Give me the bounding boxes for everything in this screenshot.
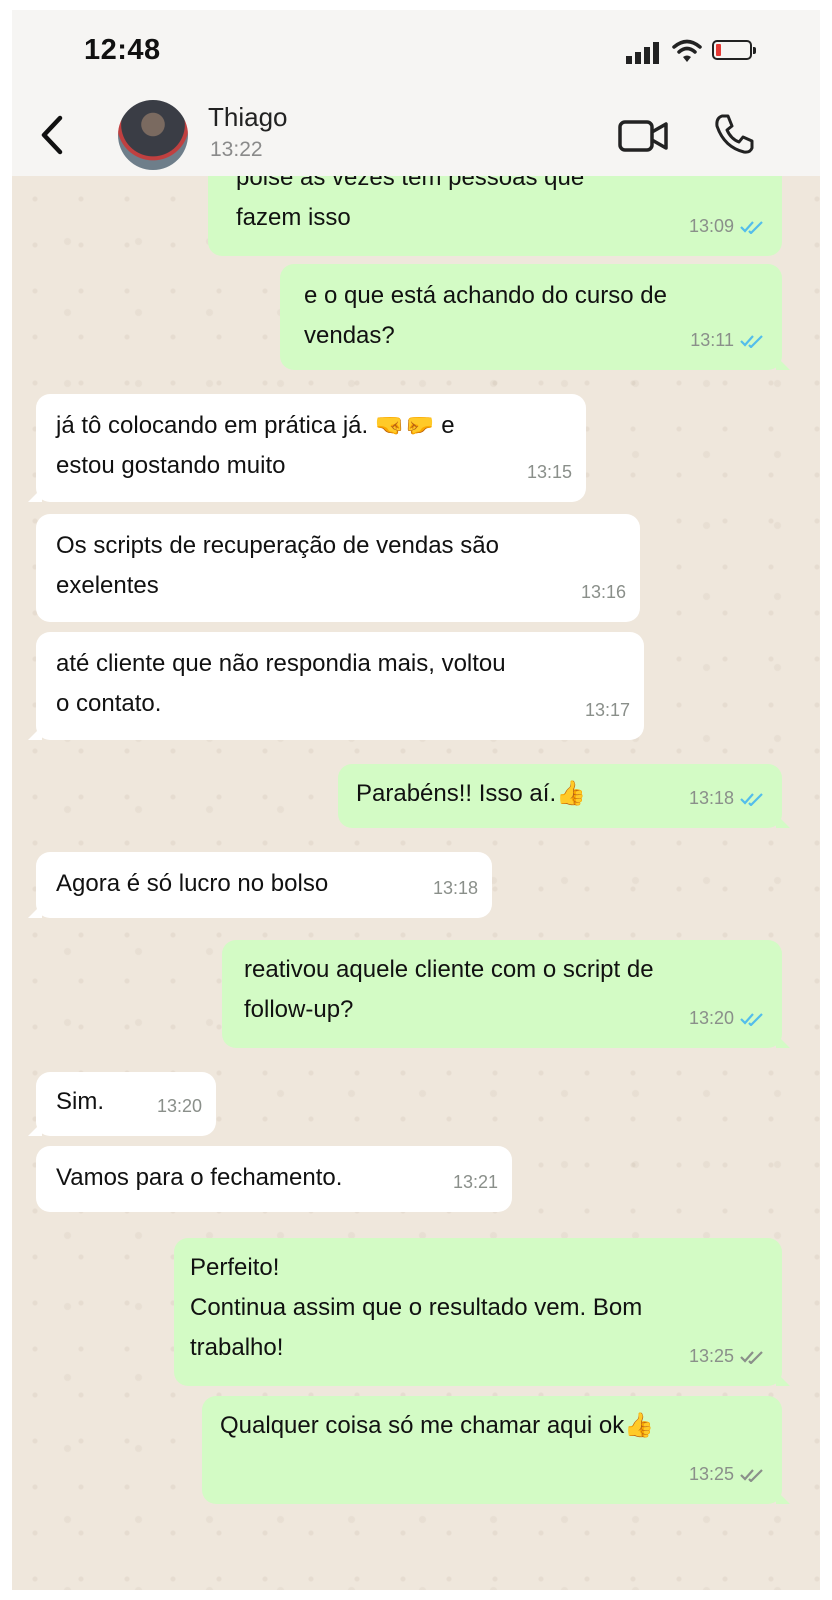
message-meta: 13:20 [689, 998, 766, 1038]
message-time: 13:15 [526, 462, 572, 482]
message-time: 13:09 [688, 216, 734, 236]
phone-call-icon[interactable] [712, 112, 756, 156]
message-bubble[interactable]: Agora é só lucro no bolso 13:18 [28, 852, 492, 918]
message-bubble[interactable]: Sim. 13:20 [28, 1072, 216, 1136]
message-text: Agora é só lucro no bolso [56, 870, 329, 897]
message-list[interactable]: poise às vezes tem pessoas que fazem iss… [12, 176, 820, 1590]
message-text: reativou aquele cliente com o script de … [244, 956, 654, 1023]
wifi-icon [672, 39, 702, 62]
message-bubble[interactable]: Os scripts de recuperação de vendas são … [36, 514, 640, 622]
message-meta: 13:25 [689, 1336, 766, 1376]
message-meta: 13:18 [689, 778, 766, 818]
message-text: Os scripts de recuperação de vendas são … [56, 532, 499, 599]
message-time: 13:11 [690, 330, 734, 350]
message-meta: 13:11 [690, 320, 766, 360]
phone-screen: 12:48 Thiago 13:22 poise às vezes tem pe… [12, 10, 820, 1590]
message-bubble[interactable]: reativou aquele cliente com o script de … [222, 940, 790, 1048]
message-text: Perfeito! Continua assim que o resultado… [190, 1254, 643, 1361]
read-receipt-icon [740, 793, 763, 807]
battery-icon [712, 40, 756, 60]
message-bubble[interactable]: até cliente que não respondia mais, volt… [28, 632, 644, 740]
message-text: Parabéns!! Isso aí.👍 [356, 780, 586, 807]
message-bubble[interactable]: Parabéns!! Isso aí.👍 13:18 [338, 764, 790, 828]
signal-icon [626, 42, 659, 64]
message-time: 13:21 [452, 1172, 498, 1192]
message-bubble[interactable]: poise às vezes tem pessoas que fazem iss… [208, 176, 782, 256]
read-receipt-icon [740, 335, 763, 349]
video-call-icon[interactable] [618, 118, 670, 154]
message-time: 13:17 [584, 700, 630, 720]
contact-name[interactable]: Thiago [208, 102, 288, 133]
message-text: até cliente que não respondia mais, volt… [56, 650, 506, 717]
delivered-receipt-icon [740, 1351, 763, 1365]
message-text: Sim. [56, 1088, 104, 1115]
message-time: 13:25 [688, 1464, 734, 1484]
message-bubble[interactable]: já tô colocando em prática já. 🤜🤛 e esto… [28, 394, 586, 502]
message-text: e o que está achando do curso de vendas? [304, 282, 667, 349]
back-arrow-icon[interactable] [34, 110, 70, 160]
read-receipt-icon [740, 221, 763, 235]
status-time: 12:48 [84, 34, 161, 66]
message-meta: 13:09 [689, 206, 766, 246]
read-receipt-icon [740, 1013, 763, 1027]
chat-header: 12:48 Thiago 13:22 [12, 10, 820, 176]
message-time: 13:18 [688, 788, 734, 808]
contact-avatar[interactable] [118, 100, 188, 170]
contact-status: 13:22 [210, 138, 263, 161]
message-text: Qualquer coisa só me chamar aqui ok👍 [220, 1412, 655, 1439]
message-bubble[interactable]: Vamos para o fechamento. 13:21 [36, 1146, 512, 1212]
message-text: já tô colocando em prática já. 🤜🤛 e esto… [56, 412, 455, 479]
message-time: 13:25 [688, 1346, 734, 1366]
message-bubble[interactable]: e o que está achando do curso de vendas?… [280, 264, 790, 370]
message-time: 13:20 [156, 1096, 202, 1116]
message-bubble[interactable]: Qualquer coisa só me chamar aqui ok👍 13:… [202, 1396, 790, 1504]
message-time: 13:16 [580, 582, 626, 602]
message-meta: 13:25 [689, 1454, 766, 1494]
message-bubble[interactable]: Perfeito! Continua assim que o resultado… [174, 1238, 790, 1386]
message-text: Vamos para o fechamento. [56, 1164, 343, 1191]
delivered-receipt-icon [740, 1469, 763, 1483]
message-time: 13:20 [688, 1008, 734, 1028]
message-time: 13:18 [432, 878, 478, 898]
message-text: poise às vezes tem pessoas que fazem iss… [236, 176, 585, 231]
